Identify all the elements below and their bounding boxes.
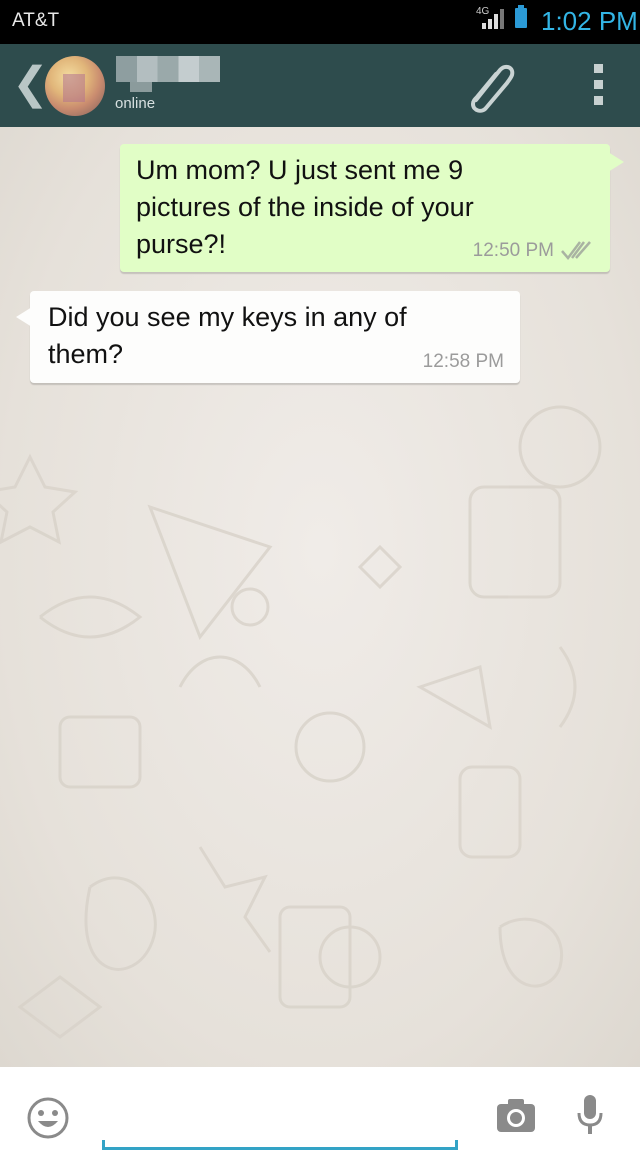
camera-icon[interactable] (496, 1097, 536, 1133)
contact-avatar[interactable] (45, 56, 105, 116)
message-time: 12:50 PM (472, 240, 554, 261)
contact-name-blurred[interactable] (116, 56, 220, 92)
signal-icon (482, 9, 504, 29)
status-clock: 1:02 PM (541, 6, 638, 36)
message-time: 12:58 PM (422, 351, 504, 372)
carrier-label: AT&T (12, 10, 60, 31)
message-text: Um mom? U just sent me 9 pictures of the… (136, 155, 474, 259)
microphone-icon[interactable] (574, 1093, 606, 1137)
message-input[interactable] (102, 1089, 458, 1150)
battery-icon (515, 5, 527, 28)
presence-status: online (115, 95, 156, 112)
status-bar: AT&T 4G 1:02 PM (0, 0, 640, 44)
message-input-bar (0, 1067, 640, 1152)
incoming-message-bubble[interactable]: Did you see my keys in any of them? 12:5… (16, 291, 520, 383)
outgoing-message-bubble[interactable]: Um mom? U just sent me 9 pictures of the… (120, 144, 624, 272)
chat-header: ❮ online (0, 44, 640, 127)
paperclip-icon[interactable] (462, 58, 522, 118)
message-text: Did you see my keys in any of them? (48, 302, 407, 369)
read-ticks-icon (561, 241, 591, 260)
chevron-left-icon[interactable]: ❮ (12, 62, 49, 106)
overflow-menu-icon[interactable] (592, 64, 606, 106)
chat-area[interactable]: Um mom? U just sent me 9 pictures of the… (0, 127, 640, 1067)
smiley-icon[interactable] (26, 1096, 70, 1140)
